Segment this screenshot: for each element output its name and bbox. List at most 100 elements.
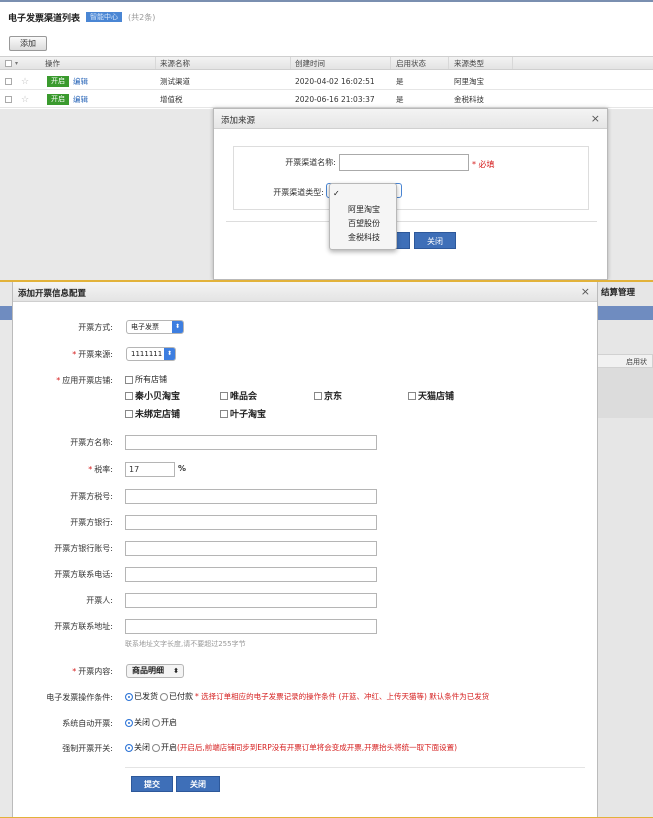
name-label: 开票方名称:: [70, 438, 113, 447]
background-row: [597, 368, 653, 418]
drawer-input[interactable]: [125, 593, 377, 608]
form-divider: [125, 767, 585, 768]
top-border: [0, 0, 653, 2]
shop-checkbox[interactable]: 唯品会: [220, 389, 257, 402]
open-button[interactable]: 开启: [47, 94, 69, 105]
row-checkbox[interactable]: [5, 92, 12, 107]
close-icon[interactable]: ×: [581, 285, 590, 298]
column-header-actions: 操作: [45, 58, 60, 68]
table-row[interactable]: ☆ 开启 编辑 增值税 2020-06-16 21:03:37 是 金税科技: [0, 92, 653, 108]
edit-link[interactable]: 编辑: [73, 94, 88, 105]
invoice-config-dialog: 添加开票信息配置 × 开票方式: 电子发票 ⬍ * 开票来源: 1111111 ⬍…: [12, 282, 598, 818]
shop-checkbox[interactable]: 秦小贝淘宝: [125, 389, 180, 402]
close-icon[interactable]: ×: [591, 112, 600, 125]
account-label: 开票方银行账号:: [54, 544, 113, 553]
dropdown-option[interactable]: 金税科技: [330, 232, 398, 244]
required-hint: * 必填: [472, 160, 495, 169]
row-created: 2020-04-02 16:02:51: [295, 77, 375, 86]
table-header: ▾ 操作 来源名称 创建时间 启用状态 来源类型: [0, 56, 653, 70]
taxno-label: 开票方税号:: [70, 492, 113, 501]
title-badge[interactable]: 智能中心: [86, 12, 123, 22]
add-button[interactable]: 添加: [9, 36, 47, 51]
close-button[interactable]: 关闭: [414, 232, 456, 249]
edit-link[interactable]: 编辑: [73, 76, 88, 87]
address-label: 开票方联系地址:: [54, 622, 113, 631]
chevron-down-icon: ⬍: [164, 348, 175, 360]
method-select[interactable]: 电子发票 ⬍: [126, 320, 184, 334]
column-header-type: 来源类型: [454, 58, 484, 68]
bank-input[interactable]: [125, 515, 377, 530]
condition-label: 电子发票操作条件:: [46, 693, 113, 702]
dialog-title: 添加来源: [221, 116, 256, 126]
source-label: * 开票来源:: [72, 350, 113, 359]
row-type: 金税科技: [454, 95, 484, 104]
method-value: 电子发票: [131, 323, 159, 331]
close-button[interactable]: 关闭: [176, 776, 220, 792]
phone-label: 开票方联系电话:: [54, 570, 113, 579]
content-label: * 开票内容:: [72, 667, 113, 676]
auto-off-radio[interactable]: [125, 718, 133, 727]
condition-note: * 选择订单相应的电子发票记录的操作条件 (开篮、冲红、上传天猫等) 默认条件为…: [195, 692, 490, 701]
select-all-checkbox[interactable]: ▾: [5, 57, 18, 69]
shop-checkbox[interactable]: 未绑定店铺: [125, 407, 180, 420]
shop-checkbox[interactable]: 京东: [314, 389, 342, 402]
row-name: 增值税: [160, 95, 183, 104]
account-input[interactable]: [125, 541, 377, 556]
dropdown-option[interactable]: 阿里淘宝: [330, 204, 398, 216]
shop-checkbox[interactable]: 天猫店铺: [408, 389, 454, 402]
bank-label: 开票方银行:: [70, 518, 113, 527]
submit-button[interactable]: 提交: [131, 776, 173, 792]
table-row[interactable]: ☆ 开启 编辑 测试渠道 2020-04-02 16:02:51 是 阿里淘宝: [0, 74, 653, 90]
background-title: 结算管理: [601, 288, 636, 298]
row-checkbox[interactable]: [5, 74, 12, 89]
row-name: 测试渠道: [160, 77, 190, 86]
shop-checkbox[interactable]: 叶子淘宝: [220, 407, 266, 420]
shops-label: * 应用开票店铺:: [56, 376, 113, 385]
force-note: (开启后,前端店铺同步到ERP没有开票订单将会变成开票,开票抬头将统一取下面设置…: [177, 743, 458, 752]
force-label: 强制开票开关:: [62, 744, 113, 753]
background-column-header: 启用状: [626, 358, 647, 366]
all-shops-checkbox[interactable]: 所有店铺: [125, 374, 167, 385]
dialog-title: 添加开票信息配置: [18, 289, 87, 299]
source-select[interactable]: 1111111 ⬍: [126, 347, 176, 361]
condition-paid-radio[interactable]: [160, 692, 168, 701]
address-input[interactable]: [125, 619, 377, 634]
page-title-row: 电子发票渠道列表 智能中心 (共2条): [8, 10, 155, 24]
source-value: 1111111: [131, 350, 163, 358]
column-header-name: 来源名称: [160, 58, 190, 68]
page-title: 电子发票渠道列表: [8, 13, 81, 24]
background-bar: [0, 306, 12, 320]
background-left: [0, 282, 12, 818]
row-type: 阿里淘宝: [454, 77, 484, 86]
condition-options: 已发货 已付款 * 选择订单相应的电子发票记录的操作条件 (开篮、冲红、上传天猫…: [125, 691, 489, 702]
taxno-input[interactable]: [125, 489, 377, 504]
channel-type-dropdown: ✓ 阿里淘宝 百望股份 金税科技: [329, 183, 397, 250]
dropdown-option[interactable]: 百望股份: [330, 218, 398, 230]
method-label: 开票方式:: [78, 323, 113, 332]
rate-label: * 税率:: [88, 465, 113, 474]
invoice-config-page: 结算管理 启用状 添加开票信息配置 × 开票方式: 电子发票 ⬍ * 开票来源: …: [0, 280, 653, 818]
name-input[interactable]: [125, 435, 377, 450]
column-header-enabled: 启用状态: [396, 58, 426, 68]
channel-name-input[interactable]: [339, 154, 469, 171]
auto-label: 系统自动开票:: [62, 719, 113, 728]
condition-shipped-radio[interactable]: [125, 692, 133, 701]
star-icon[interactable]: ☆: [21, 74, 29, 89]
chevron-down-icon: ⬍: [172, 321, 183, 333]
content-select[interactable]: 商品明细 ⬍: [126, 664, 184, 678]
phone-input[interactable]: [125, 567, 377, 582]
force-off-radio[interactable]: [125, 743, 133, 752]
star-icon[interactable]: ☆: [21, 92, 29, 107]
background-bar: [597, 306, 653, 320]
dialog-header: 添加开票信息配置 ×: [13, 282, 597, 302]
force-on-radio[interactable]: [152, 743, 160, 752]
dialog-divider: [226, 221, 597, 222]
column-header-created: 创建时间: [295, 58, 325, 68]
auto-on-radio[interactable]: [152, 718, 160, 727]
rate-unit: %: [178, 464, 187, 473]
rate-input[interactable]: 17: [125, 462, 175, 477]
channel-list-page: 电子发票渠道列表 智能中心 (共2条) 添加 ▾ 操作 来源名称 创建时间 启用…: [0, 0, 653, 280]
drawer-label: 开票人:: [86, 596, 113, 605]
open-button[interactable]: 开启: [47, 76, 69, 87]
row-created: 2020-06-16 21:03:37: [295, 95, 375, 104]
